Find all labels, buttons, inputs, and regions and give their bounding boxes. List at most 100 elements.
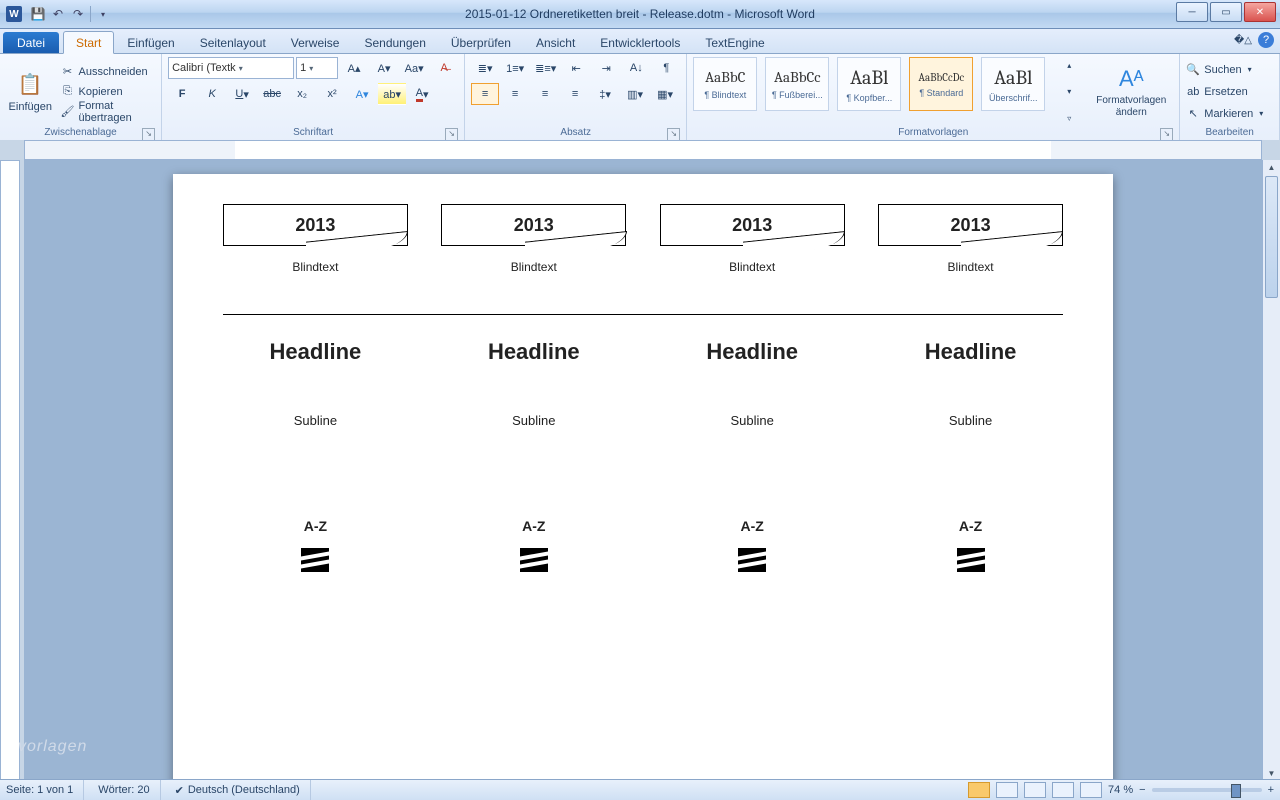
az-label[interactable]: A-Z [441,518,626,534]
tab-ansicht[interactable]: Ansicht [524,32,587,53]
justify-button[interactable]: ≡ [561,83,589,105]
subline[interactable]: Subline [660,413,845,428]
status-language[interactable]: ✔Deutsch (Deutschland) [175,780,311,800]
align-right-button[interactable]: ≡ [531,83,559,105]
help-icon[interactable]: ? [1258,32,1274,48]
az-label[interactable]: A-Z [878,518,1063,534]
find-button[interactable]: 🔍Suchen▾ [1186,61,1263,79]
view-draft[interactable] [1080,782,1102,798]
shrink-font-button[interactable]: A▾ [370,57,398,79]
cut-button[interactable]: ✂Ausschneiden [61,63,156,81]
redo-icon[interactable]: ↷ [70,6,86,22]
format-painter-button[interactable]: 🖌Format übertragen [61,103,156,121]
undo-icon[interactable]: ↶ [50,6,66,22]
scroll-down-arrow[interactable]: ▼ [1263,766,1280,780]
select-button[interactable]: ↖Markieren▾ [1186,105,1263,123]
style-2[interactable]: AaBl¶ Kopfber... [837,57,901,111]
subline[interactable]: Subline [441,413,626,428]
style-4[interactable]: AaBlÜberschrif... [981,57,1045,111]
blindtext[interactable]: Blindtext [441,260,626,274]
change-styles-button[interactable]: Aᴬ Formatvorlagen ändern [1089,57,1173,126]
year-box[interactable]: 2013 [223,204,408,246]
zoom-in-button[interactable]: + [1268,784,1274,796]
clear-formatting-button[interactable]: A̶ [430,57,458,79]
styles-scroll-up[interactable]: ▴ [1055,57,1083,73]
tab-sendungen[interactable]: Sendungen [352,32,437,53]
blindtext[interactable]: Blindtext [223,260,408,274]
numbering-button[interactable]: 1≡▾ [501,57,529,79]
view-full-screen[interactable] [996,782,1018,798]
blindtext[interactable]: Blindtext [878,260,1063,274]
headline[interactable]: Headline [878,339,1063,365]
zoom-out-button[interactable]: − [1139,784,1145,796]
subline[interactable]: Subline [878,413,1063,428]
superscript-button[interactable]: x² [318,83,346,105]
scroll-thumb[interactable] [1265,176,1278,298]
scroll-up-arrow[interactable]: ▲ [1263,160,1280,174]
multilevel-list-button[interactable]: ≣≡▾ [531,57,560,79]
blindtext[interactable]: Blindtext [660,260,845,274]
strikethrough-button[interactable]: abc [258,83,286,105]
paste-button[interactable]: 📋 Einfügen [6,57,55,126]
subline[interactable]: Subline [223,413,408,428]
headline[interactable]: Headline [660,339,845,365]
tab-start[interactable]: Start [63,31,114,54]
document-canvas[interactable]: 2013 Blindtext 2013 Blindtext 2013 Blindtext 2… [24,160,1262,780]
tab-einfuegen[interactable]: Einfügen [115,32,186,53]
minimize-button[interactable]: ─ [1176,2,1208,22]
vertical-ruler[interactable] [0,160,20,780]
change-case-button[interactable]: Aa▾ [400,57,428,79]
tab-textengine[interactable]: TextEngine [693,32,776,53]
grow-font-button[interactable]: A▴ [340,57,368,79]
save-icon[interactable]: 💾 [30,6,46,22]
zoom-slider[interactable] [1152,788,1262,792]
line-spacing-button[interactable]: ‡▾ [591,83,619,105]
font-color-button[interactable]: A▾ [408,83,436,105]
styles-expand[interactable]: ▿ [1055,110,1083,126]
copy-button[interactable]: ⎘Kopieren [61,83,156,101]
tab-seitenlayout[interactable]: Seitenlayout [188,32,278,53]
italic-button[interactable]: K [198,83,226,105]
align-left-button[interactable]: ≡ [471,83,499,105]
year-box[interactable]: 2013 [878,204,1063,246]
headline[interactable]: Headline [223,339,408,365]
bold-button[interactable]: F [168,83,196,105]
maximize-button[interactable]: ▭ [1210,2,1242,22]
subscript-button[interactable]: x₂ [288,83,316,105]
sort-button[interactable]: A↓ [622,57,650,79]
align-center-button[interactable]: ≡ [501,83,529,105]
tab-entwicklertools[interactable]: Entwicklertools [588,32,692,53]
headline[interactable]: Headline [441,339,626,365]
status-words[interactable]: Wörter: 20 [98,780,160,800]
bullets-button[interactable]: ≣▾ [471,57,499,79]
highlight-button[interactable]: ab▾ [378,83,406,105]
show-marks-button[interactable]: ¶ [652,57,680,79]
view-outline[interactable] [1052,782,1074,798]
style-0[interactable]: AaBbC¶ Blindtext [693,57,757,111]
status-page[interactable]: Seite: 1 von 1 [6,780,84,800]
borders-button[interactable]: ▦▾ [651,83,679,105]
year-box[interactable]: 2013 [441,204,626,246]
qat-customize-icon[interactable]: ▾ [95,6,111,22]
vertical-scrollbar[interactable]: ▲ ▼ [1262,160,1280,780]
view-web-layout[interactable] [1024,782,1046,798]
tab-verweise[interactable]: Verweise [279,32,352,53]
font-name-combo[interactable]: Calibri (Textk▾ [168,57,294,79]
year-box[interactable]: 2013 [660,204,845,246]
increase-indent-button[interactable]: ⇥ [592,57,620,79]
text-effects-button[interactable]: A▾ [348,83,376,105]
styles-scroll-down[interactable]: ▾ [1055,84,1083,100]
horizontal-ruler[interactable] [24,140,1262,160]
az-label[interactable]: A-Z [660,518,845,534]
style-1[interactable]: AaBbCc¶ Fußberei... [765,57,829,111]
underline-button[interactable]: U▾ [228,83,256,105]
style-3[interactable]: AaBbCcDc¶ Standard [909,57,973,111]
replace-button[interactable]: abErsetzen [1186,83,1263,101]
tab-ueberpruefen[interactable]: Überprüfen [439,32,523,53]
tab-file[interactable]: Datei [3,32,59,53]
close-button[interactable]: ✕ [1244,2,1276,22]
minimize-ribbon-icon[interactable]: �△ [1234,35,1252,46]
az-label[interactable]: A-Z [223,518,408,534]
font-size-combo[interactable]: 1▾ [296,57,338,79]
view-print-layout[interactable] [968,782,990,798]
